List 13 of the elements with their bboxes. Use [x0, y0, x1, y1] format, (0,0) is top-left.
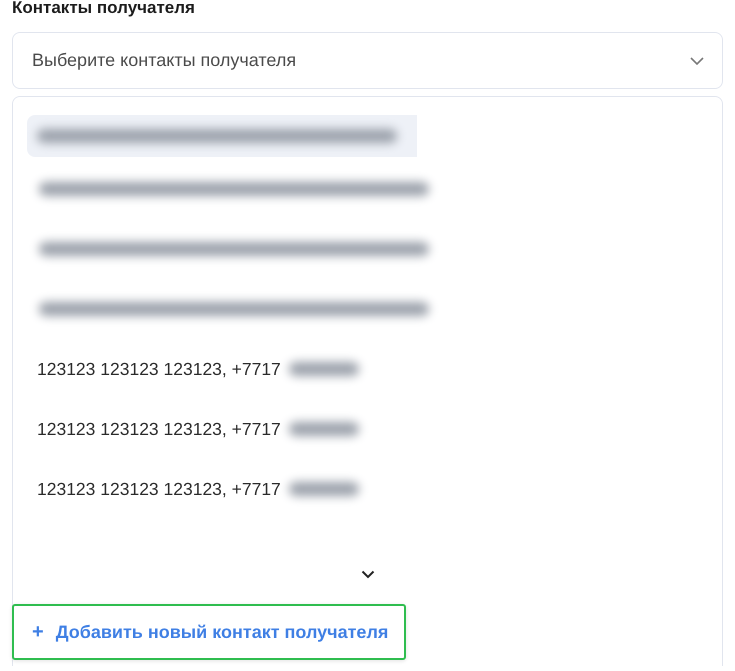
- contacts-select[interactable]: Выберите контакты получателя: [12, 32, 723, 89]
- add-contact-button[interactable]: + Добавить новый контакт получателя: [12, 604, 406, 660]
- blurred-text: [288, 362, 359, 376]
- blurred-text: [288, 482, 359, 496]
- highlighted-option[interactable]: [27, 115, 417, 157]
- blurred-text: [288, 422, 359, 436]
- field-label: Контакты получателя: [12, 0, 195, 19]
- contact-option[interactable]: 123123 123123 123123, +7717: [37, 358, 281, 380]
- chevron-down-icon: [360, 570, 374, 579]
- contact-option[interactable]: 123123 123123 123123, +7717: [37, 478, 281, 500]
- select-placeholder: Выберите контакты получателя: [32, 50, 296, 71]
- contact-option[interactable]: 123123 123123 123123, +7717: [37, 418, 281, 440]
- chevron-down-icon: [690, 56, 704, 64]
